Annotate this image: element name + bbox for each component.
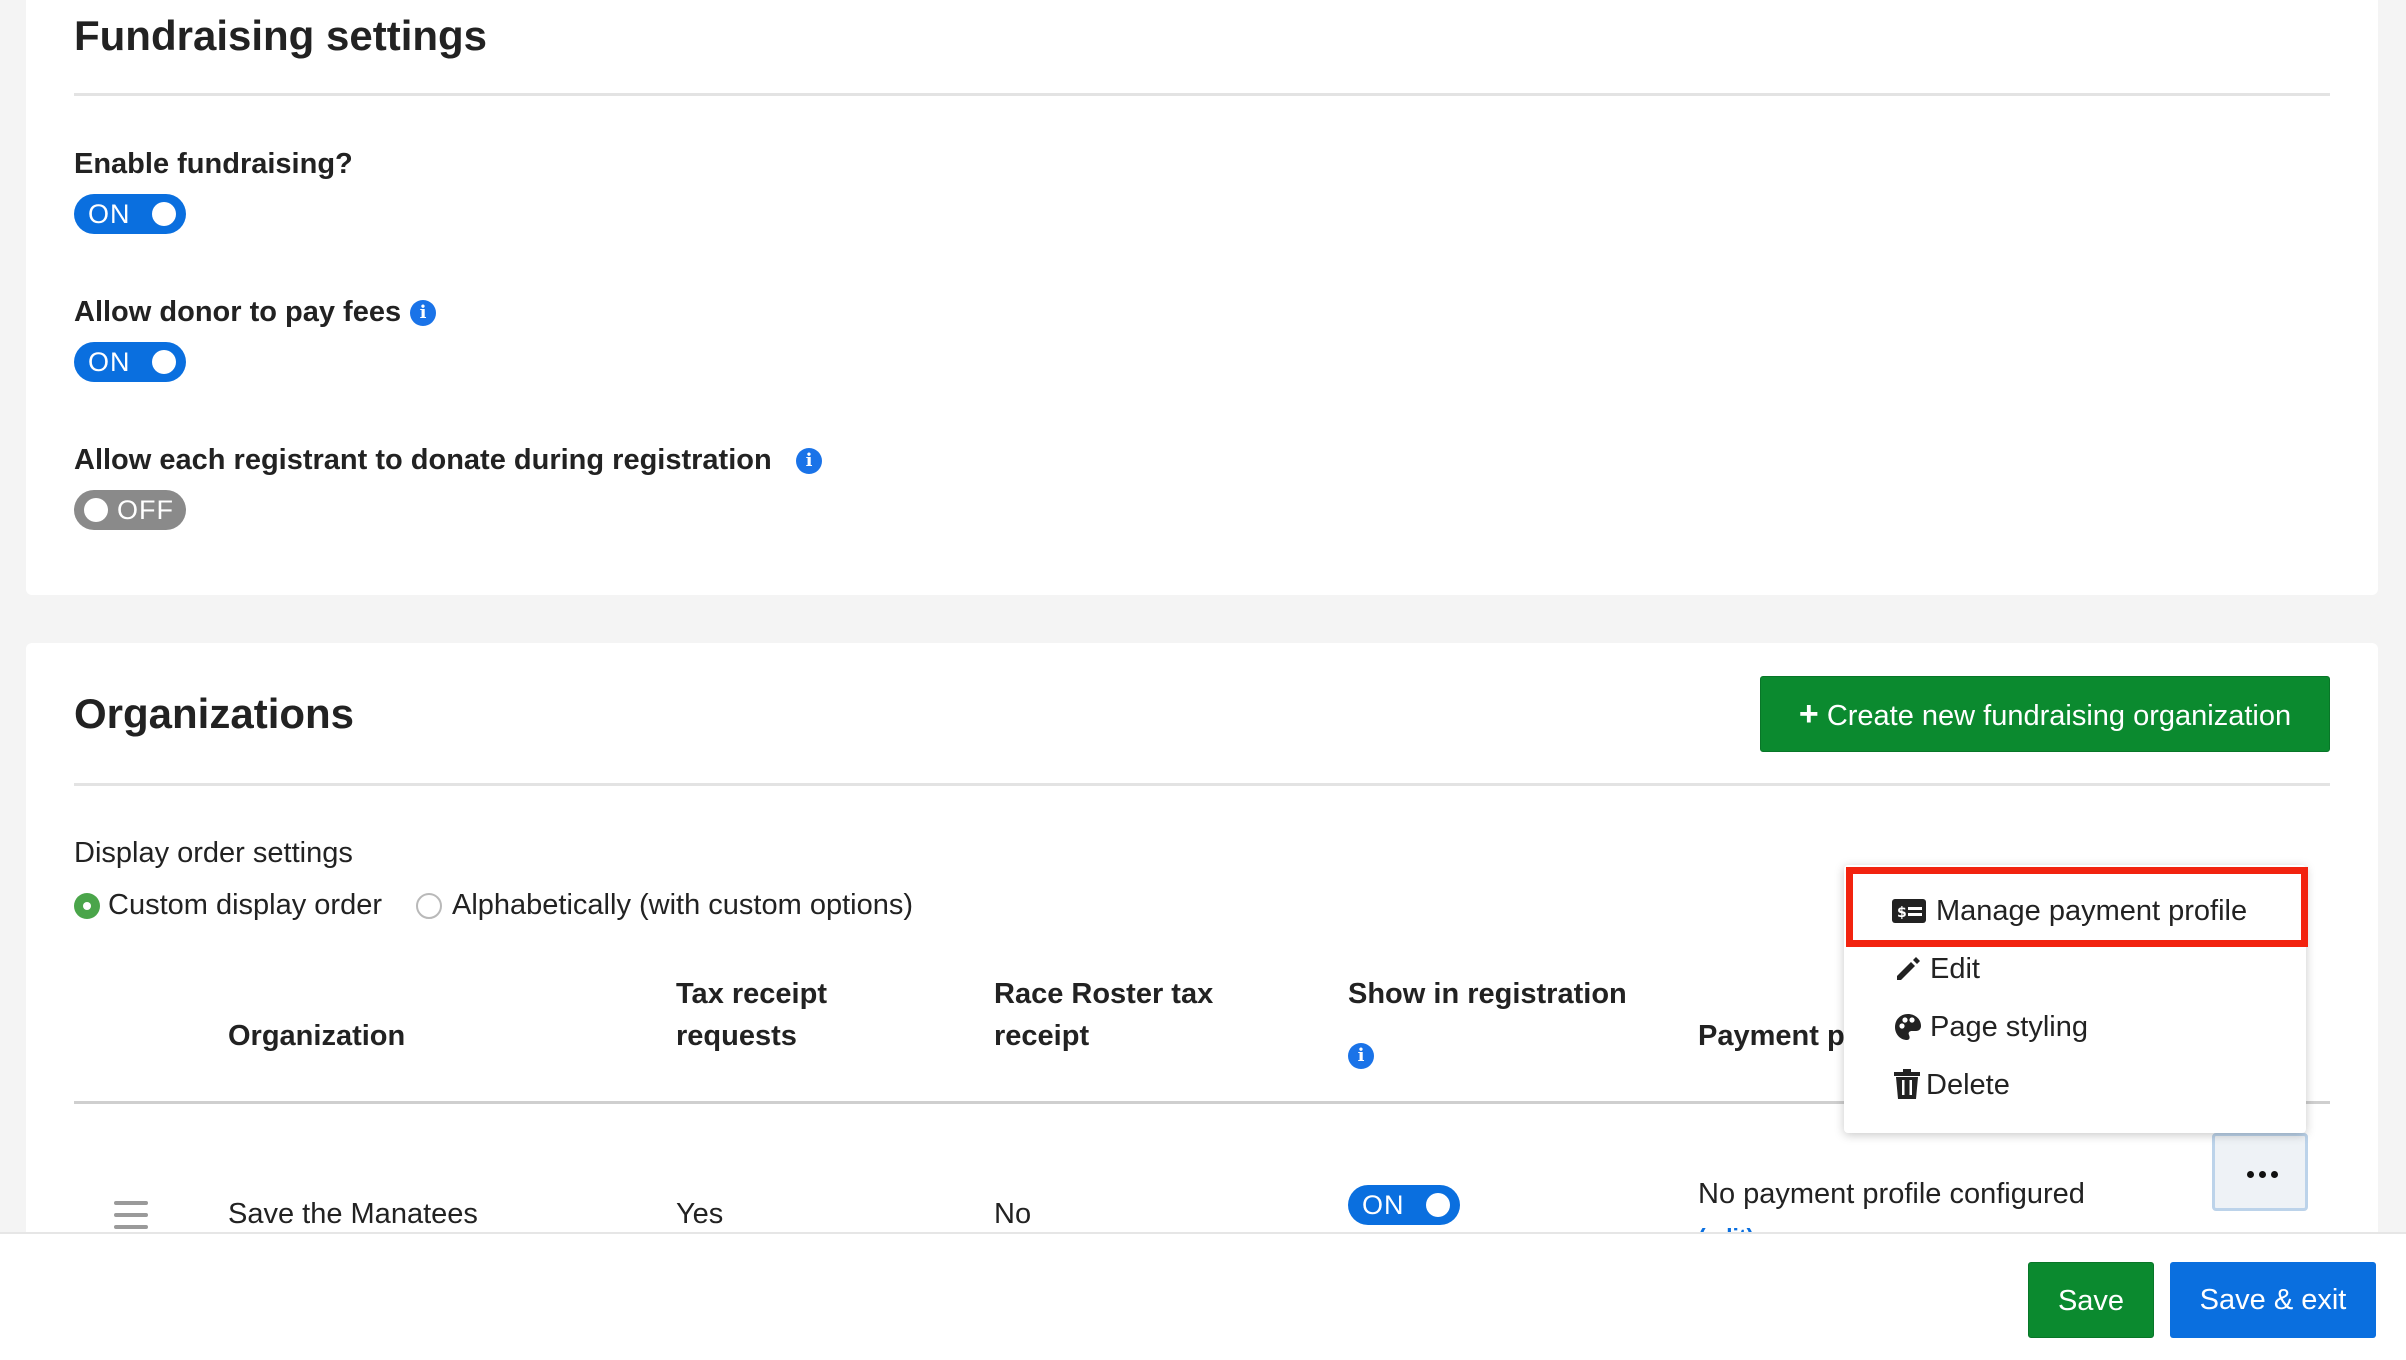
donate-during-registration-toggle[interactable]: OFF bbox=[74, 490, 186, 530]
alphabetical-order-label[interactable]: Alphabetically (with custom options) bbox=[452, 889, 913, 922]
column-header-tax-receipt: Tax receipt requests bbox=[676, 973, 827, 1057]
display-order-title: Display order settings bbox=[74, 837, 353, 869]
menu-item-page-styling[interactable]: Page styling bbox=[1930, 1011, 2088, 1044]
alphabetical-order-radio[interactable] bbox=[416, 893, 442, 919]
row-actions-menu: $ Manage payment profile Edit Page styli… bbox=[1844, 865, 2306, 1133]
save-and-exit-button[interactable]: Save & exit bbox=[2170, 1262, 2376, 1338]
enable-fundraising-toggle[interactable]: ON bbox=[74, 194, 186, 234]
show-in-registration-toggle[interactable]: ON bbox=[1348, 1185, 1460, 1225]
toggle-knob bbox=[152, 202, 176, 226]
rr-tax-receipt-value: No bbox=[994, 1198, 1032, 1230]
donor-fees-label: Allow donor to pay fees bbox=[74, 296, 402, 328]
toggle-knob bbox=[84, 498, 108, 522]
footer-bar: Save Save & exit bbox=[0, 1232, 2406, 1360]
header-line: receipt bbox=[994, 1020, 1090, 1052]
header-line: Tax receipt bbox=[676, 978, 827, 1010]
toggle-state-text: ON bbox=[88, 199, 131, 229]
organization-name: Save the Manatees bbox=[228, 1198, 478, 1230]
tax-receipt-requests-value: Yes bbox=[676, 1198, 724, 1230]
pencil-icon bbox=[1894, 955, 1922, 983]
svg-text:$: $ bbox=[1897, 905, 1907, 921]
toggle-state-text: ON bbox=[88, 347, 131, 377]
organizations-title: Organizations bbox=[74, 690, 355, 737]
drag-handle-icon[interactable] bbox=[114, 1201, 148, 1205]
fundraising-settings-title: Fundraising settings bbox=[74, 12, 488, 59]
toggle-state-text: OFF bbox=[117, 495, 174, 525]
menu-item-edit[interactable]: Edit bbox=[1930, 953, 1980, 986]
create-organization-button[interactable]: + Create new fundraising organization bbox=[1760, 676, 2330, 752]
menu-item-manage-payment-profile[interactable]: Manage payment profile bbox=[1936, 895, 2247, 928]
donor-fees-toggle[interactable]: ON bbox=[74, 342, 186, 382]
save-button[interactable]: Save bbox=[2028, 1262, 2154, 1338]
enable-fundraising-label: Enable fundraising? bbox=[74, 148, 353, 180]
more-icon bbox=[2271, 1171, 2278, 1178]
header-line: Race Roster tax bbox=[994, 978, 1214, 1010]
trash-icon bbox=[1894, 1069, 1920, 1099]
drag-handle-icon[interactable] bbox=[114, 1225, 148, 1229]
column-header-show-in-registration: Show in registration bbox=[1348, 978, 1627, 1010]
plus-icon: + bbox=[1798, 695, 1819, 733]
row-actions-button[interactable] bbox=[2212, 1133, 2308, 1211]
custom-order-radio[interactable] bbox=[74, 893, 100, 919]
more-icon bbox=[2259, 1171, 2266, 1178]
palette-icon bbox=[1894, 1013, 1922, 1041]
custom-order-label[interactable]: Custom display order bbox=[108, 889, 382, 922]
divider bbox=[74, 783, 2330, 786]
header-line: requests bbox=[676, 1020, 797, 1052]
toggle-state-text: ON bbox=[1362, 1190, 1405, 1220]
more-icon bbox=[2247, 1171, 2254, 1178]
donate-during-registration-label: Allow each registrant to donate during r… bbox=[74, 444, 772, 476]
info-icon[interactable]: i bbox=[410, 300, 436, 326]
payment-card-icon: $ bbox=[1892, 899, 1926, 923]
column-header-rr-tax-receipt: Race Roster tax receipt bbox=[994, 973, 1213, 1057]
info-icon[interactable]: i bbox=[1348, 1043, 1374, 1069]
toggle-knob bbox=[1426, 1193, 1450, 1217]
column-header-payment-profile: Payment pı bbox=[1698, 1020, 1853, 1052]
toggle-knob bbox=[152, 350, 176, 374]
menu-item-delete[interactable]: Delete bbox=[1926, 1069, 2010, 1102]
fundraising-settings-card: Fundraising settings Enable fundraising?… bbox=[26, 0, 2378, 595]
column-header-organization: Organization bbox=[228, 1020, 406, 1052]
info-icon[interactable]: i bbox=[796, 448, 822, 474]
divider bbox=[74, 93, 2330, 96]
drag-handle-icon[interactable] bbox=[114, 1213, 148, 1217]
create-organization-label: Create new fundraising organization bbox=[1826, 700, 2292, 732]
payment-profile-status: No payment profile configured bbox=[1698, 1178, 2085, 1210]
